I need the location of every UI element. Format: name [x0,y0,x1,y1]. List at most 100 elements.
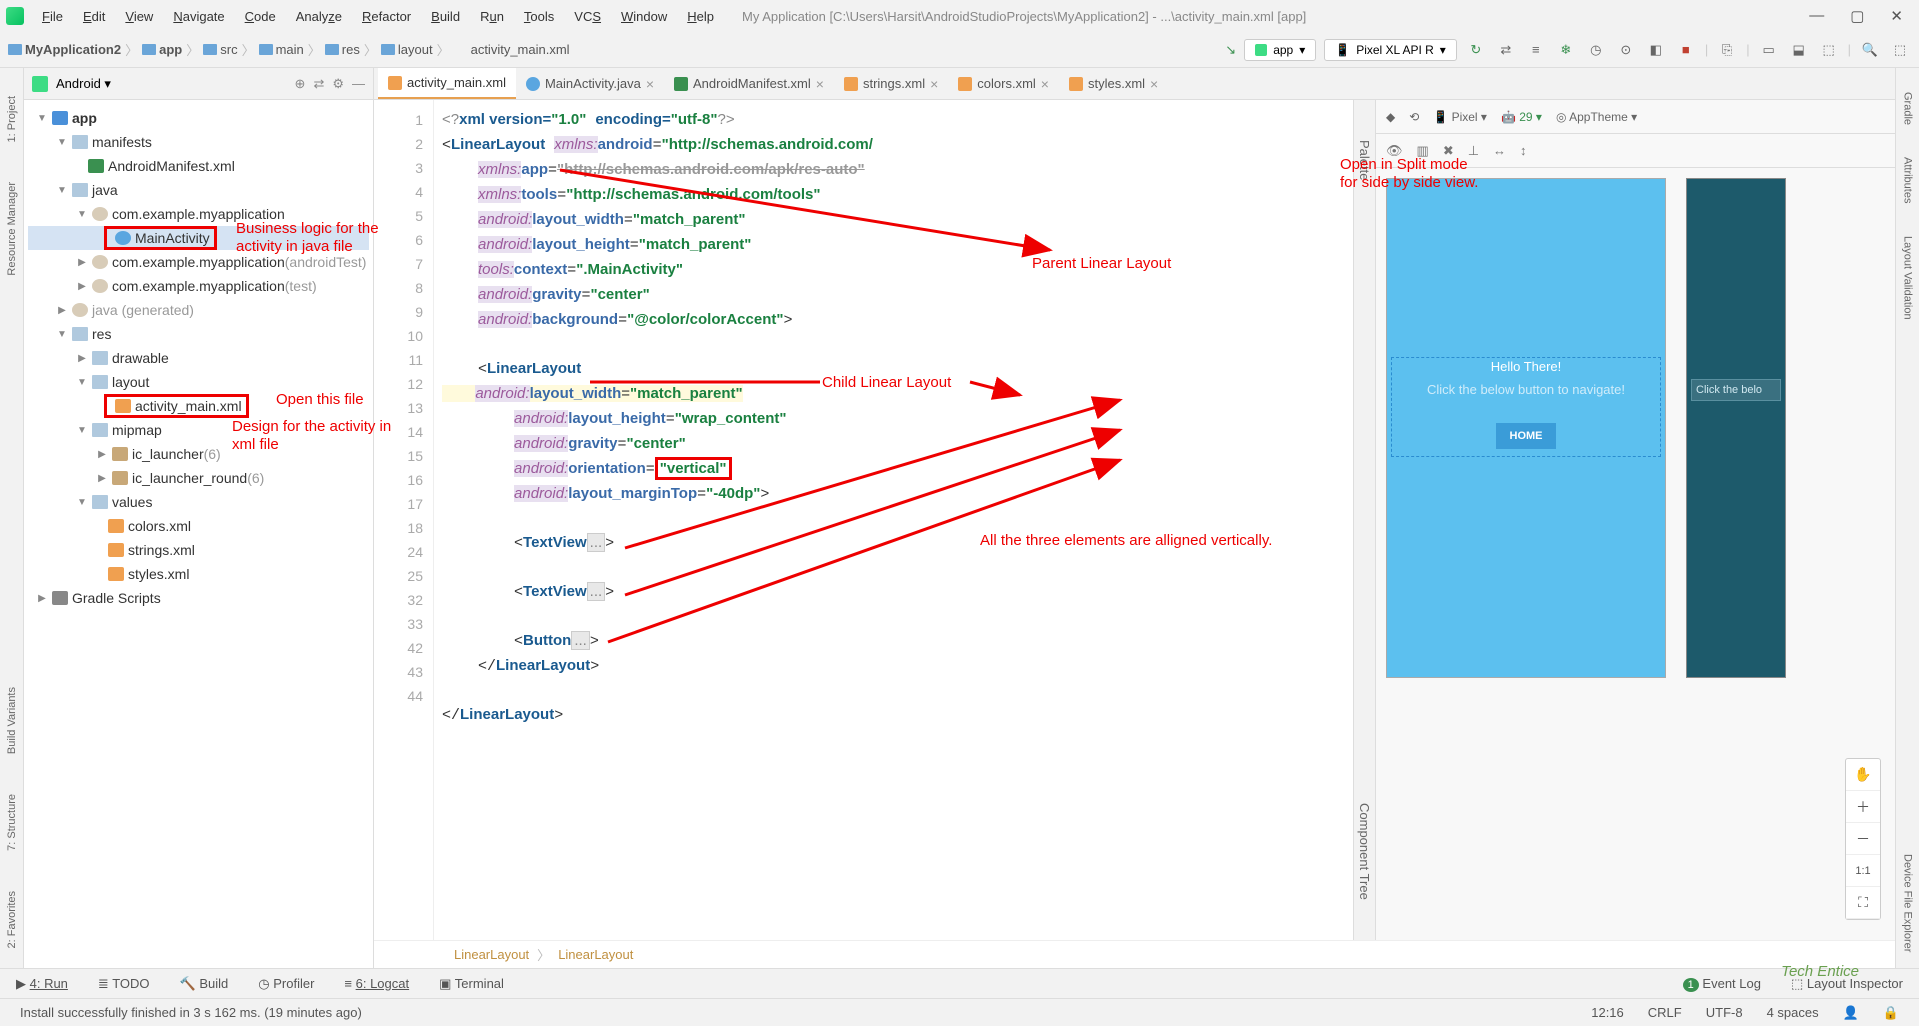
crumb-src[interactable]: src [203,42,237,57]
toolwin-logcat[interactable]: ≡ 6: Logcat [344,976,409,991]
tree-manifest-file[interactable]: AndroidManifest.xml [28,154,369,178]
zoom-in-button[interactable]: ＋ [1846,791,1880,823]
tree-manifests[interactable]: ▼manifests [28,130,369,154]
menu-help[interactable]: Help [679,5,722,28]
toolwin-event-log[interactable]: 1 Event Log [1683,976,1761,991]
tab-strings-xml[interactable]: strings.xml× [834,68,948,99]
project-hide-icon[interactable]: — [352,76,365,92]
menu-edit[interactable]: Edit [75,5,113,28]
profile-icon[interactable]: ◷ [1585,39,1607,61]
apply-changes-icon[interactable]: ⇄ [1495,39,1517,61]
indent-info[interactable]: 4 spaces [1767,1005,1819,1021]
build-hammer-icon[interactable]: ↘ [1225,42,1236,58]
infer-constraints-icon[interactable]: ↕ [1520,143,1527,158]
tree-pkg-test[interactable]: ▶com.example.myapplication (test) [28,274,369,298]
tree-java-generated[interactable]: ▶java (generated) [28,298,369,322]
stop-button[interactable]: ■ [1675,39,1697,61]
clear-constraints-icon[interactable]: ↔ [1493,143,1506,158]
tree-colors-xml[interactable]: colors.xml [28,514,369,538]
menu-refactor[interactable]: Refactor [354,5,419,28]
sdk-icon[interactable]: ⬓ [1788,39,1810,61]
menu-vcs[interactable]: VCS [566,5,609,28]
run-button[interactable]: ↻ [1465,39,1487,61]
toolwin-profiler[interactable]: ◷ Profiler [258,976,314,992]
design-surface-icon[interactable]: ◆ [1386,110,1395,124]
toolwin-terminal[interactable]: ▣ Terminal [439,976,504,992]
device-select[interactable]: 📱 Pixel ▾ [1433,110,1487,124]
tree-gradle-scripts[interactable]: ▶Gradle Scripts [28,586,369,610]
menu-code[interactable]: Code [237,5,284,28]
minimize-button[interactable]: — [1809,7,1824,25]
tab-styles-xml[interactable]: styles.xml× [1059,68,1168,99]
file-encoding[interactable]: UTF-8 [1706,1005,1743,1021]
rail-build-variants[interactable]: Build Variants [6,687,18,754]
search-everywhere-icon[interactable]: 🔍 [1859,39,1881,61]
project-locate-icon[interactable]: ⊕ [295,76,306,92]
menu-navigate[interactable]: Navigate [165,5,232,28]
api-select[interactable]: 🤖 29 ▾ [1501,110,1542,124]
crumb-linearlayout-1[interactable]: LinearLayout [454,947,529,962]
caret-pos[interactable]: 12:16 [1591,1005,1624,1021]
toolwin-build[interactable]: 🔨 Build [180,976,229,992]
toolwin-run[interactable]: ▶ 4: Run [16,976,68,992]
tab-mainactivity-java[interactable]: MainActivity.java× [516,68,664,99]
tree-values[interactable]: ▼values [28,490,369,514]
lock-icon[interactable]: 🔒 [1883,1005,1899,1021]
zoom-out-button[interactable]: － [1846,823,1880,855]
tree-styles-xml[interactable]: styles.xml [28,562,369,586]
rail-attributes[interactable]: Attributes [1902,157,1914,203]
debug-icon[interactable]: ❄ [1555,39,1577,61]
project-expand-icon[interactable]: ⇄ [313,76,324,92]
apply-code-icon[interactable]: ≡ [1525,39,1547,61]
project-settings-icon[interactable]: ⚙ [332,76,344,92]
line-endings[interactable]: CRLF [1648,1005,1682,1021]
crumb-app[interactable]: app [142,42,182,57]
tree-app-module[interactable]: ▼app [28,106,369,130]
crumb-res[interactable]: res [325,42,360,57]
crumb-file[interactable]: activity_main.xml [454,42,570,57]
coverage-icon[interactable]: ◧ [1645,39,1667,61]
rail-favorites[interactable]: 2: Favorites [6,891,18,948]
crumb-project[interactable]: MyApplication2 [8,42,121,57]
zoom-1to1-button[interactable]: 1:1 [1846,855,1880,887]
settings-icon[interactable]: ⬚ [1889,39,1911,61]
close-window-button[interactable]: ✕ [1890,7,1903,25]
rail-project[interactable]: 1: Project [6,96,18,142]
tree-ic-launcher[interactable]: ▶ic_launcher (6) [28,442,369,466]
menu-tools[interactable]: Tools [516,5,562,28]
tree-res[interactable]: ▼res [28,322,369,346]
tree-strings-xml[interactable]: strings.xml [28,538,369,562]
component-tree-toggle[interactable]: Component Tree [1357,803,1372,900]
maximize-button[interactable]: ▢ [1850,7,1864,25]
resource-manager-icon[interactable]: ⬚ [1818,39,1840,61]
tab-colors-xml[interactable]: colors.xml× [948,68,1059,99]
code-editor[interactable]: <?xml version="1.0" encoding="utf-8"?> <… [434,100,1353,940]
tree-java[interactable]: ▼java [28,178,369,202]
rail-layout-validation[interactable]: Layout Validation [1902,236,1914,320]
rail-structure[interactable]: 7: Structure [6,794,18,851]
tab-activity-main[interactable]: activity_main.xml [378,68,516,99]
inspection-icon[interactable]: 👤 [1843,1005,1859,1021]
menu-run[interactable]: Run [472,5,512,28]
rail-resource-manager[interactable]: Resource Manager [6,182,18,276]
project-view-selector[interactable]: Android ▾ [56,76,111,92]
run-config-dropdown[interactable]: app▾ [1244,39,1316,61]
tree-drawable[interactable]: ▶drawable [28,346,369,370]
vcs-icon[interactable]: ⎘ [1716,39,1738,61]
menu-build[interactable]: Build [423,5,468,28]
orientation-icon[interactable]: ⟲ [1409,110,1419,124]
attach-debugger-icon[interactable]: ⊙ [1615,39,1637,61]
default-margins-icon[interactable]: ⊥ [1468,143,1479,159]
tab-android-manifest[interactable]: AndroidManifest.xml× [664,68,834,99]
device-dropdown[interactable]: 📱Pixel XL API R▾ [1324,39,1457,61]
zoom-fit-button[interactable]: ⛶ [1846,887,1880,919]
crumb-main[interactable]: main [259,42,304,57]
device-preview-light[interactable]: Hello There! Click the below button to n… [1386,178,1666,678]
menu-analyze[interactable]: Analyze [288,5,350,28]
device-preview-dark[interactable]: Click the belo [1686,178,1786,678]
menu-window[interactable]: Window [613,5,675,28]
menu-file[interactable]: File [34,5,71,28]
crumb-layout[interactable]: layout [381,42,433,57]
toolwin-todo[interactable]: ≣ TODO [98,976,150,992]
theme-select[interactable]: ◎ AppTheme ▾ [1556,110,1637,124]
